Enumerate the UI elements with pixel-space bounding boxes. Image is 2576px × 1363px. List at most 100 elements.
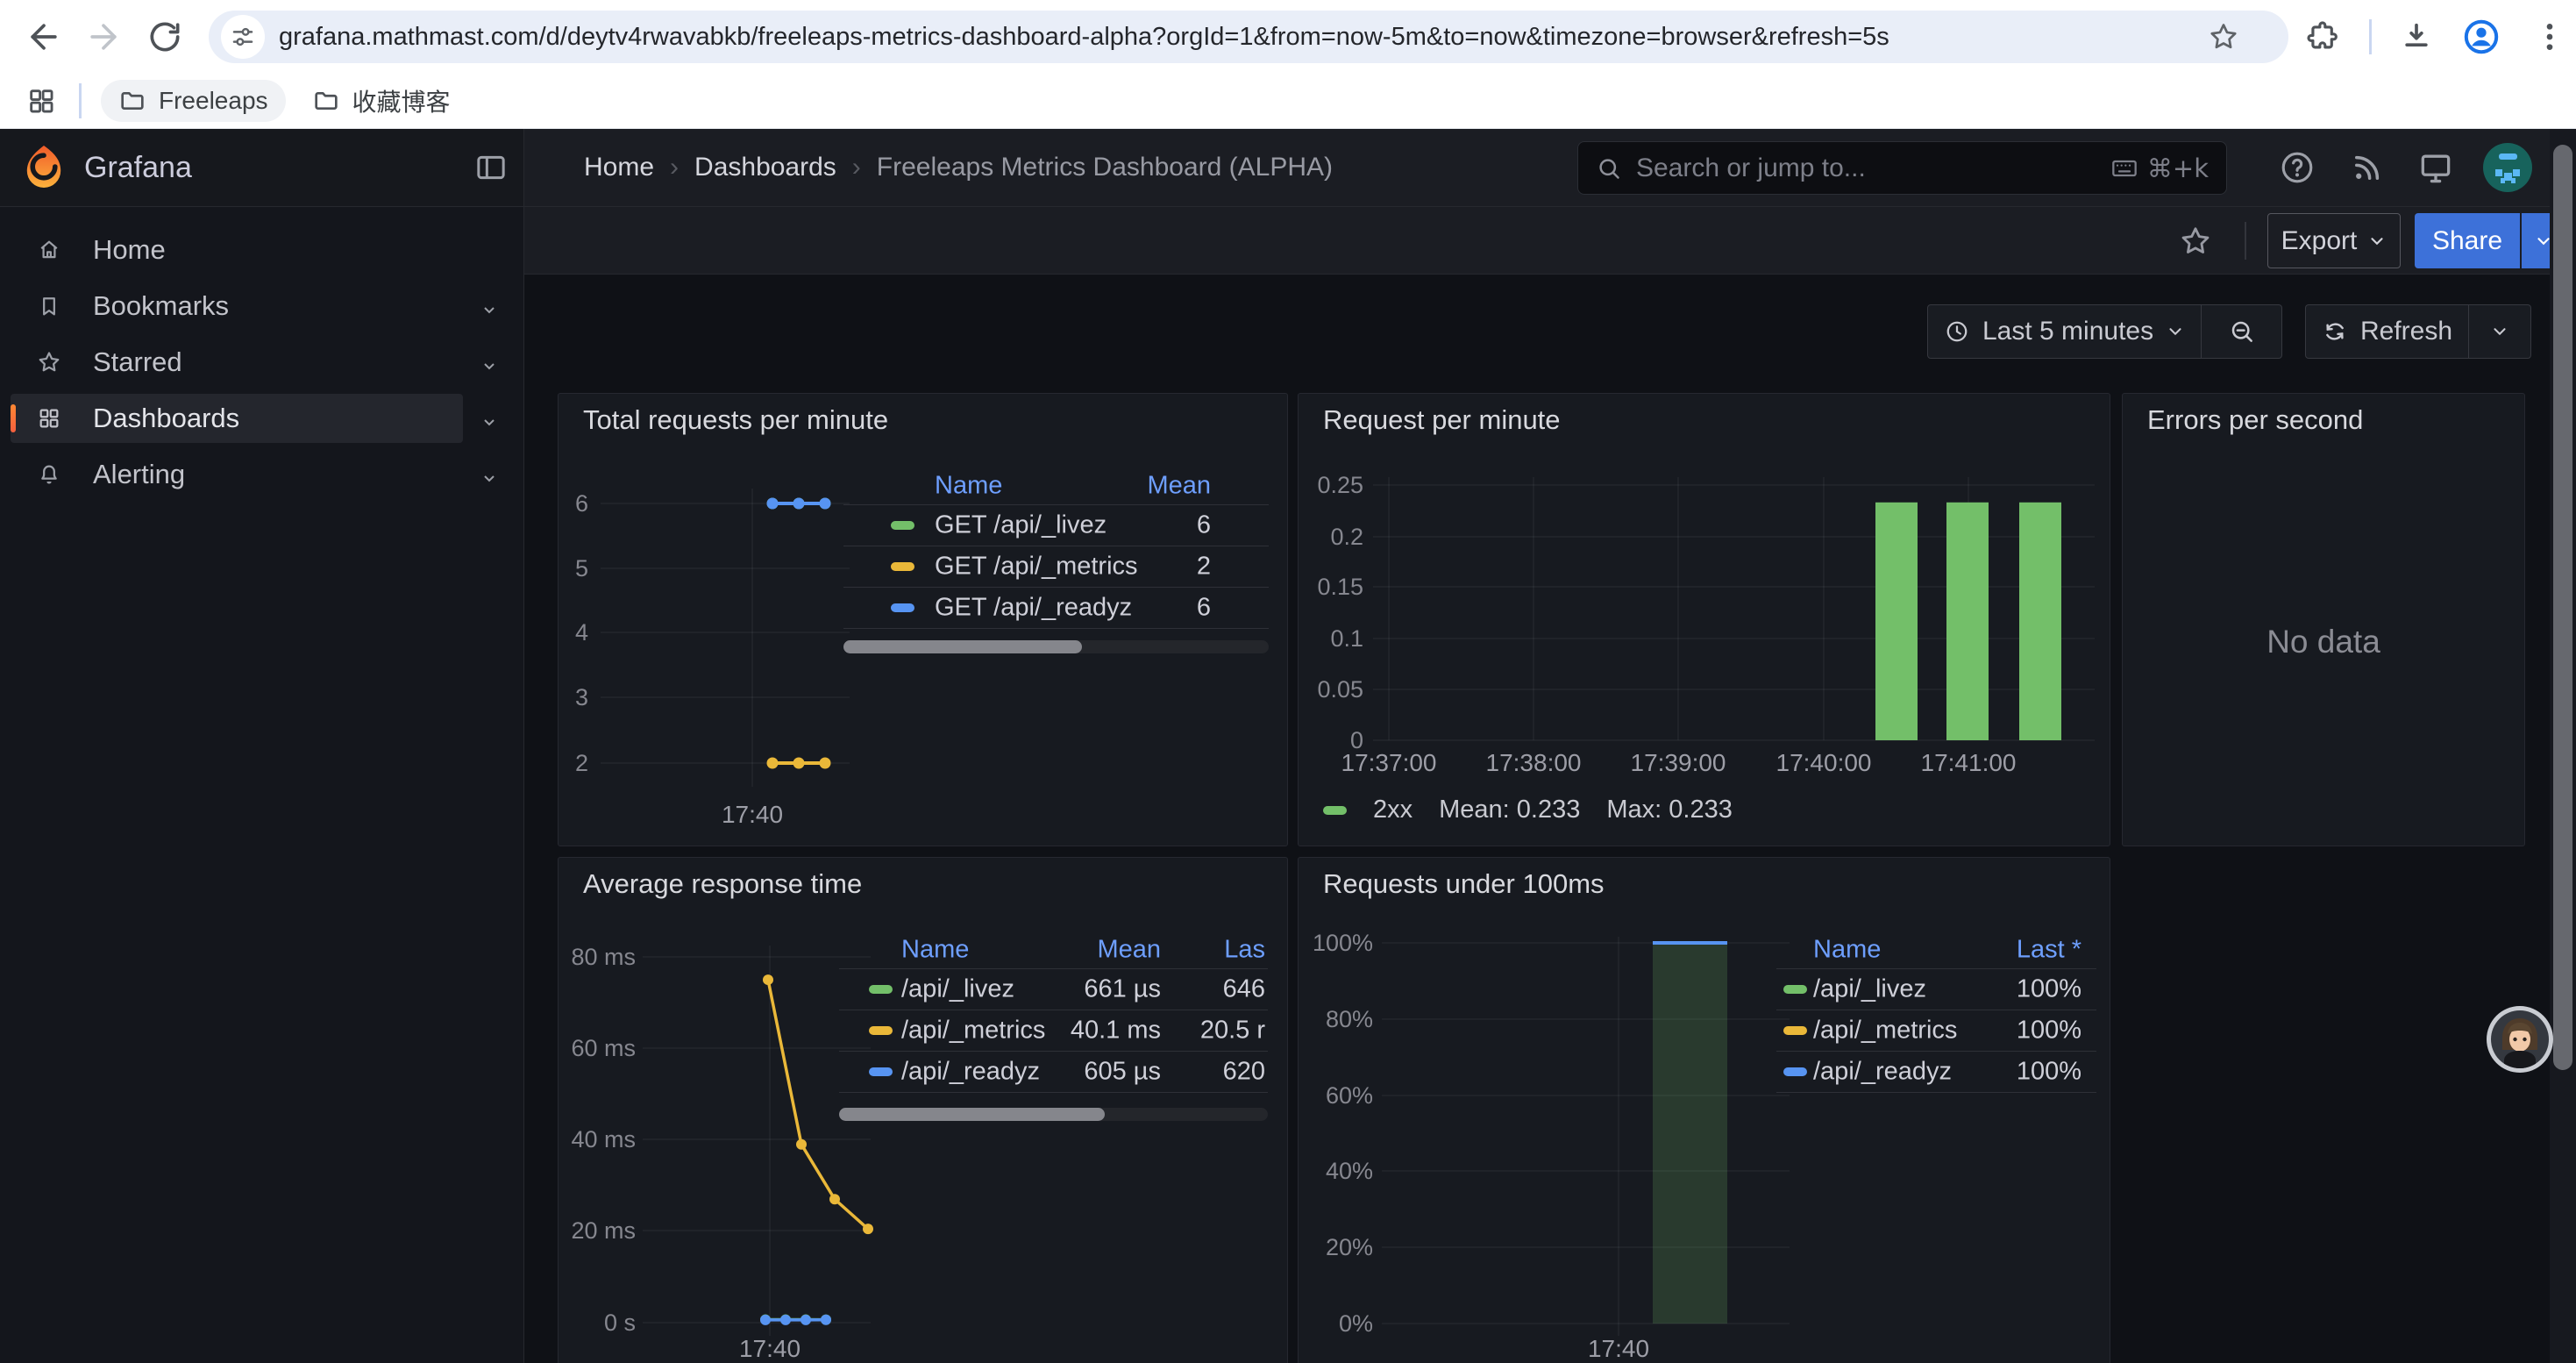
sidebar-item-label: Alerting: [93, 459, 185, 490]
sidebar-nav: Home Bookmarks Starred: [0, 207, 524, 1363]
series-color-pill: [891, 603, 914, 612]
legend-hscrollbar[interactable]: [843, 640, 1269, 653]
profile-icon[interactable]: [2460, 16, 2502, 58]
chevron-down-icon[interactable]: [479, 464, 500, 496]
reload-icon[interactable]: [146, 18, 184, 56]
legend-row[interactable]: /api/_livez100%: [1776, 969, 2096, 1010]
bookmark-star-icon[interactable]: [2208, 21, 2239, 57]
sidebar-item-dashboards[interactable]: Dashboards: [11, 394, 463, 443]
active-indicator: [11, 404, 16, 432]
legend-row[interactable]: GET /api/_livez6: [843, 505, 1269, 546]
legend-header: Name Last *: [1776, 931, 2096, 969]
chevron-down-icon[interactable]: [479, 352, 500, 383]
legend-row[interactable]: /api/_metrics40.1 ms20.5 r: [839, 1010, 1268, 1052]
apps-grid-icon[interactable]: [26, 86, 56, 116]
clock-icon: [1944, 318, 1970, 345]
legend-row[interactable]: /api/_metrics100%: [1776, 1010, 2096, 1052]
scrollbar-thumb[interactable]: [2553, 145, 2572, 1070]
breadcrumb-home[interactable]: Home: [584, 153, 654, 182]
svg-text:80 ms: 80 ms: [571, 944, 636, 970]
folder-icon: [312, 87, 340, 115]
svg-text:40 ms: 40 ms: [571, 1126, 636, 1152]
export-button[interactable]: Export: [2267, 213, 2401, 268]
monitor-icon[interactable]: [2415, 146, 2457, 189]
time-range-group: Last 5 minutes: [1927, 304, 2282, 359]
request-per-minute-chart[interactable]: 0.250.20.150.10.05017:37:0017:38:0017:39…: [1299, 394, 2110, 846]
legend-row[interactable]: 2xx Mean: 0.233 Max: 0.233: [1323, 796, 1733, 824]
legend-header: Name Mean Las: [839, 931, 1268, 969]
zoom-out-button[interactable]: [2202, 305, 2281, 358]
sidebar-item-alerting[interactable]: Alerting: [11, 450, 463, 499]
chevron-down-icon[interactable]: [479, 408, 500, 439]
series-color-pill: [869, 1026, 893, 1035]
legend-col-1[interactable]: Mean: [1147, 472, 1211, 501]
legend-col-2[interactable]: Las: [1224, 936, 1265, 965]
breadcrumb: Home › Dashboards › Freeleaps Metrics Da…: [584, 129, 1333, 206]
page-scrollbar[interactable]: [2550, 129, 2576, 1363]
series-name: /api/_livez: [901, 975, 1014, 1004]
sidebar-item-home[interactable]: Home: [11, 225, 463, 275]
panel-title[interactable]: Errors per second: [2147, 404, 2363, 436]
series-name: /api/_readyz: [901, 1058, 1040, 1087]
search-input[interactable]: [1636, 153, 2110, 183]
svg-text:0.2: 0.2: [1330, 524, 1363, 550]
legend-col-1[interactable]: Mean: [1097, 936, 1161, 965]
series-color-pill: [869, 985, 893, 994]
svg-text:0 s: 0 s: [604, 1309, 636, 1336]
sidebar-item-starred[interactable]: Starred: [11, 338, 463, 387]
dock-sidebar-toggle-icon[interactable]: [473, 150, 509, 189]
assistant-avatar[interactable]: [2487, 1006, 2553, 1073]
legend-row[interactable]: /api/_readyz605 µs620: [839, 1052, 1268, 1093]
breadcrumb-current: Freeleaps Metrics Dashboard (ALPHA): [877, 153, 1333, 182]
svg-text:0%: 0%: [1339, 1310, 1373, 1337]
breadcrumb-dashboards[interactable]: Dashboards: [694, 153, 836, 182]
bookmark-folder-freeleaps[interactable]: Freeleaps: [101, 80, 286, 122]
toolbar-divider: [2369, 19, 2372, 54]
browser-menu-icon[interactable]: [2532, 19, 2567, 54]
search-box[interactable]: ⌘+k: [1577, 141, 2227, 195]
panel-average-response-time: Average response time 80 ms60 ms40 ms20 …: [558, 857, 1288, 1363]
search-tune-icon[interactable]: [221, 15, 265, 59]
extensions-icon[interactable]: [2306, 20, 2339, 54]
legend-row[interactable]: /api/_livez661 µs646: [839, 969, 1268, 1010]
svg-text:17:39:00: 17:39:00: [1631, 749, 1726, 776]
series-value: 2: [1197, 553, 1211, 582]
user-avatar[interactable]: [2483, 143, 2532, 196]
brand-label[interactable]: Grafana: [84, 129, 192, 206]
legend-row[interactable]: GET /api/_readyz6: [843, 588, 1269, 629]
bookmark-folder-label: 收藏博客: [352, 83, 451, 118]
export-label: Export: [2281, 226, 2358, 256]
chevron-down-icon[interactable]: [479, 296, 500, 327]
series-color-pill: [1783, 1026, 1807, 1035]
legend-row[interactable]: GET /api/_metrics2: [843, 546, 1269, 588]
legend-col-name[interactable]: Name: [935, 472, 1002, 501]
help-icon[interactable]: [2276, 146, 2318, 189]
legend-col-1[interactable]: Last *: [2017, 936, 2081, 965]
series-value: 605 µs: [1084, 1058, 1161, 1087]
sidebar-item-bookmarks[interactable]: Bookmarks: [11, 282, 463, 331]
address-bar[interactable]: grafana.mathmast.com/d/deytv4rwavabkb/fr…: [209, 11, 2288, 63]
chevron-down-icon: [2367, 232, 2387, 251]
grafana-logo-icon[interactable]: [23, 144, 65, 194]
downloads-icon[interactable]: [2399, 19, 2434, 54]
share-button[interactable]: Share: [2415, 213, 2520, 268]
refresh-button[interactable]: Refresh: [2306, 305, 2468, 358]
forward-icon[interactable]: [84, 18, 123, 56]
scrollbar-thumb[interactable]: [839, 1108, 1105, 1121]
legend-row[interactable]: /api/_readyz100%: [1776, 1052, 2096, 1093]
sidebar-item-label: Dashboards: [93, 403, 239, 434]
refresh-interval-dropdown[interactable]: [2469, 305, 2530, 358]
legend-col-name[interactable]: Name: [901, 936, 969, 965]
favorite-star-icon[interactable]: [2179, 225, 2212, 258]
back-icon[interactable]: [25, 18, 63, 56]
scrollbar-thumb[interactable]: [843, 640, 1082, 653]
time-range-picker[interactable]: Last 5 minutes: [1928, 305, 2201, 358]
svg-text:6: 6: [575, 490, 588, 517]
series-color-pill: [891, 562, 914, 571]
panel-request-per-minute: Request per minute 0.250.20.150.10.05017…: [1298, 393, 2110, 846]
news-rss-icon[interactable]: [2346, 146, 2388, 189]
bookmark-folder-blogs[interactable]: 收藏博客: [295, 80, 468, 122]
legend-hscrollbar[interactable]: [839, 1108, 1268, 1121]
url-text[interactable]: grafana.mathmast.com/d/deytv4rwavabkb/fr…: [279, 11, 1889, 63]
legend-col-name[interactable]: Name: [1813, 936, 1881, 965]
